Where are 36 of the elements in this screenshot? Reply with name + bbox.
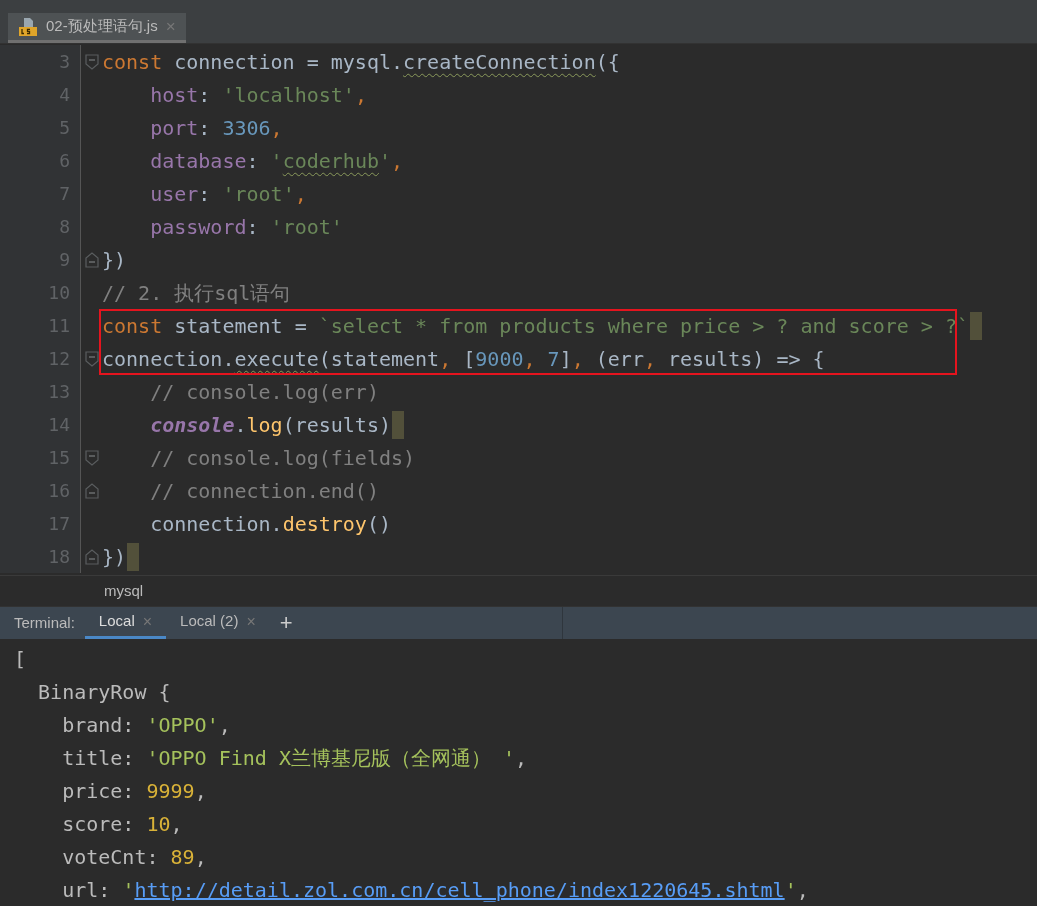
code-line: }) [102, 543, 127, 571]
fold-icon[interactable] [84, 350, 99, 367]
fold-icon[interactable] [84, 53, 99, 70]
terminal-output-line: voteCnt: 89, [61, 843, 207, 871]
code-line: // 2. 执行sql语句 [102, 279, 291, 307]
unfold-icon[interactable] [84, 251, 99, 268]
code-line: console.log(results) [149, 411, 391, 439]
code-line: connection.destroy() [149, 510, 391, 538]
fold-icon[interactable] [84, 449, 99, 466]
code-line: password: 'root' [149, 213, 343, 241]
terminal-tab[interactable]: Local × [84, 607, 167, 639]
terminal-label: Terminal: [14, 612, 75, 633]
terminal-output-line: BinaryRow { [37, 678, 171, 706]
add-tab-button[interactable]: + [269, 607, 303, 639]
code-line: // console.log(fields) [149, 444, 416, 472]
terminal-output-line: [ [14, 645, 27, 673]
code-line: port: 3306, [149, 114, 283, 142]
terminal-output-line: score: 10, [61, 810, 183, 838]
unfold-icon[interactable] [84, 482, 99, 499]
code-line: user: 'root', [149, 180, 307, 208]
code-line: host: 'localhost', [149, 81, 367, 109]
code-line: }) [102, 246, 127, 274]
breadcrumb[interactable]: mysql [104, 579, 144, 603]
code-line: connection.execute(statement, [9000, 7], (err, results) => { [102, 345, 825, 373]
terminal-output-line: price: 9999, [61, 777, 207, 805]
code-line: database: 'coderhub', [149, 147, 404, 175]
terminal-tab[interactable]: Local (2) × [166, 607, 270, 639]
code-line: // console.log(err) [149, 378, 379, 406]
file-tab[interactable]: 02-预处理语句.js × [8, 13, 186, 43]
code-line: const connection = mysql.createConnection({ [102, 48, 620, 76]
unfold-icon[interactable] [84, 548, 99, 565]
terminal-output-line: brand: 'OPPO', [61, 711, 231, 739]
terminal-output-line: url: 'http://detail.zol.com.cn/cell_phone/index1220645.shtml', [61, 876, 809, 904]
js-file-icon [18, 16, 38, 37]
code-line: // connection.end() [149, 477, 379, 505]
terminal-output-line: title: 'OPPO Find X兰博基尼版（全网通） ', [61, 744, 528, 772]
